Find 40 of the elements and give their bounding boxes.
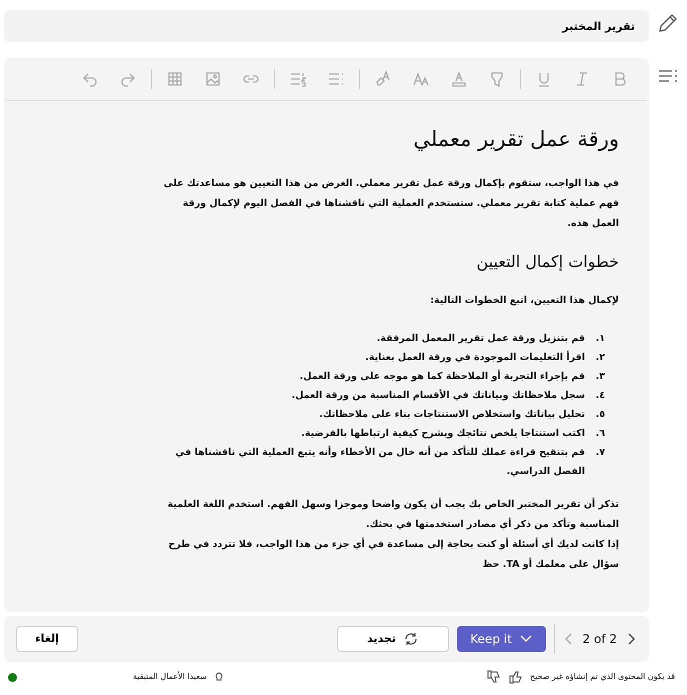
thumbs-up-icon[interactable]	[508, 670, 522, 684]
lightbulb-icon	[214, 672, 223, 682]
paragraph: إذا كانت لديك أي أسئلة أو كنت بحاجة إلى مساعدة في أي جزء من هذا الواجب، فلا تتردد في طرح سؤال على معلمك أو TA. حظ	[167, 536, 619, 572]
step-text: اكتب استنتاجا يلخص نتائجك ويشرح كيفية ارتباطها بالفرضية.	[301, 427, 585, 442]
step-number: ٧.	[594, 446, 605, 460]
regenerate-button[interactable]: تجديد	[336, 626, 449, 652]
tip-text: سعيدا الأعمال المتبقية	[133, 671, 207, 683]
document-heading: ورقة عمل تقرير معملي	[412, 127, 619, 152]
chevron-down-icon	[520, 635, 532, 643]
font-size-icon[interactable]	[412, 70, 430, 88]
step-number: ٢.	[594, 351, 605, 366]
status-dot	[8, 672, 17, 682]
section-heading: خطوات إكمال التعيين	[476, 252, 619, 272]
step-text: تحليل بياناتك واستخلاص الاستنتاجات بناء على ملاحظاتك.	[319, 408, 585, 422]
numbered-list-icon[interactable]	[289, 70, 307, 88]
font-color-icon[interactable]	[450, 70, 468, 88]
step-text: قم بتنقيح قراءة عملك للتأكد من أنه خال من الأخطاء وأنه يتبع العملية التي ناقشناها في الفصل الدراسي.	[174, 444, 585, 480]
keep-button[interactable]: Keep it	[456, 626, 546, 652]
step-number: ٥.	[594, 408, 605, 422]
step-text: سجل ملاحظاتك وبياناتك في الأقسام المناسبة من ورقة العمل.	[292, 388, 585, 404]
step-text: قم بإجراء التجربة أو الملاحظة كما هو موجه على ورقة العمل.	[300, 368, 585, 384]
step-text: اقرأ التعليمات الموجودة في ورقة العمل بعناية.	[365, 350, 585, 366]
refresh-icon	[404, 632, 418, 646]
image-icon[interactable]	[204, 70, 222, 88]
step-number: ١.	[594, 332, 605, 346]
step-number: ٣.	[594, 370, 605, 384]
page-counter: 2 of 2	[582, 631, 617, 648]
thumbs-down-icon[interactable]	[486, 670, 500, 684]
pencil-icon[interactable]	[657, 12, 679, 34]
table-icon[interactable]	[166, 70, 184, 88]
step-number: ٦.	[594, 427, 605, 442]
step-text: قم بتنزيل ورقة عمل تقرير المعمل المرفقة.	[376, 332, 585, 346]
paragraph: تذكر أن تقرير المختبر الخاص بك يجب أن يكون واضحا وموجزا وسهل الفهم. استخدم اللغة العلمية المناسبة وتأكد من ذكر أي مصادر استخدمتها في بحثك.	[166, 496, 619, 532]
paragraph: لإكمال هذا التعيين، اتبع الخطوات التالية:	[429, 294, 619, 308]
step-number: ٤.	[594, 389, 605, 404]
title-field[interactable]: تقرير المختبر	[4, 10, 649, 42]
disclaimer-text: قد يكون المحتوى الذي تم إنشاؤه غير صحيح	[530, 671, 675, 683]
paragraph: في هذا الواجب، ستقوم بإكمال ورقة عمل تقرير معملي. الغرض من هذا التعيين هو مساعدتك على فهم عملية كتابة تقرير معملي. ستستخدم العملية التي ناقشناها في الفصل اليوم لإكمال ورقة العمل هذه.	[162, 177, 619, 232]
clear-formatting-icon[interactable]	[374, 70, 392, 88]
cancel-button[interactable]: إلغاء	[16, 626, 78, 652]
